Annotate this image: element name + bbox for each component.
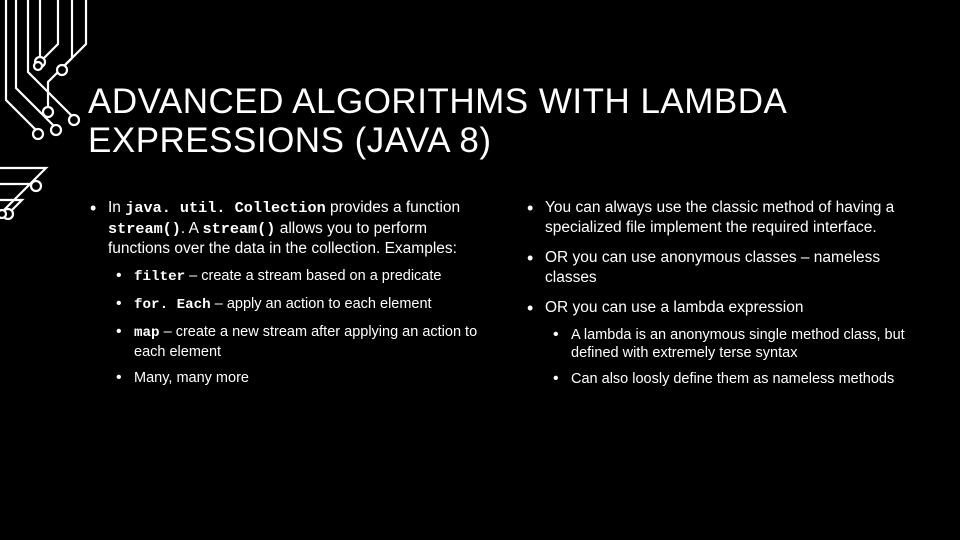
code: stream() — [202, 220, 275, 238]
code: filter — [134, 269, 185, 285]
text: In — [108, 199, 125, 216]
left-sub-map: map – create a new stream after applying… — [114, 323, 483, 361]
right-column: You can always use the classic method of… — [525, 198, 920, 398]
text: Many, many more — [134, 370, 249, 386]
slide-title: ADVANCED ALGORITHMS WITH LAMBDA EXPRESSI… — [88, 82, 920, 160]
right-bullet-classic: You can always use the classic method of… — [525, 198, 920, 238]
left-sub-foreach: for. Each – apply an action to each elem… — [114, 295, 483, 315]
text: Can also loosly define them as nameless … — [571, 371, 894, 387]
text: . A — [181, 220, 203, 237]
left-sub-filter: filter – create a stream based on a pred… — [114, 267, 483, 287]
text: – apply an action to each element — [211, 296, 432, 312]
right-bullet-anonymous: OR you can use anonymous classes – namel… — [525, 248, 920, 288]
text: You can always use the classic method of… — [545, 199, 894, 236]
code: for. Each — [134, 297, 211, 313]
text: – create a stream based on a predicate — [185, 268, 441, 284]
text: A lambda is an anonymous single method c… — [571, 327, 905, 361]
code: stream() — [108, 220, 181, 238]
text: OR you can use a lambda expression — [545, 299, 803, 316]
left-bullet-intro: In java. util. Collection provides a fun… — [88, 198, 483, 387]
text: provides a function — [326, 199, 460, 216]
left-column: In java. util. Collection provides a fun… — [88, 198, 483, 398]
right-bullet-lambda: OR you can use a lambda expression A lam… — [525, 298, 920, 389]
right-sub-nameless: Can also loosly define them as nameless … — [551, 370, 920, 388]
text: OR you can use anonymous classes – namel… — [545, 249, 880, 286]
code: map — [134, 325, 160, 341]
right-sub-lambda-def: A lambda is an anonymous single method c… — [551, 326, 920, 363]
left-sub-more: Many, many more — [114, 369, 483, 387]
code: java. util. Collection — [125, 199, 326, 217]
text: – create a new stream after applying an … — [134, 324, 477, 360]
two-column-body: In java. util. Collection provides a fun… — [88, 198, 920, 398]
